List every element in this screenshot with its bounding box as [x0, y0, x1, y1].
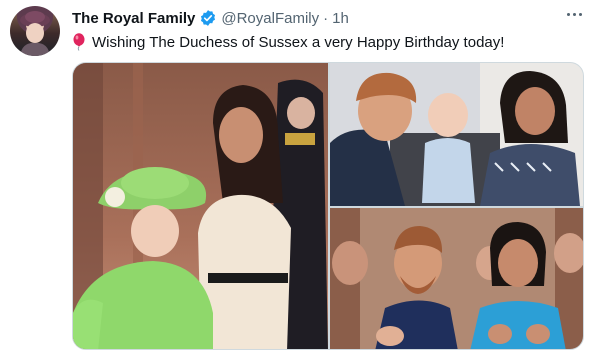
photo-family-with-baby[interactable] [330, 63, 583, 206]
balloon-icon [72, 33, 86, 51]
media-grid [72, 62, 584, 350]
photo-couple-clapping[interactable] [330, 208, 583, 349]
tweet-text: Wishing The Duchess of Sussex a very Hap… [72, 33, 504, 51]
display-name[interactable]: The Royal Family [72, 10, 195, 27]
header-separator: · [323, 9, 329, 27]
tweet-timestamp[interactable]: 1h [332, 10, 349, 27]
more-options-icon[interactable] [562, 6, 586, 22]
verified-badge-icon [199, 9, 217, 27]
tweet-header: The Royal Family @RoyalFamily · 1h [72, 8, 349, 28]
photo-queen-and-duchess[interactable] [73, 63, 328, 349]
tweet[interactable]: The Royal Family @RoyalFamily · 1h Wishi… [0, 0, 600, 354]
tweet-body-text: Wishing The Duchess of Sussex a very Hap… [92, 33, 505, 51]
profile-avatar[interactable] [10, 6, 60, 56]
user-handle[interactable]: @RoyalFamily [221, 10, 319, 27]
